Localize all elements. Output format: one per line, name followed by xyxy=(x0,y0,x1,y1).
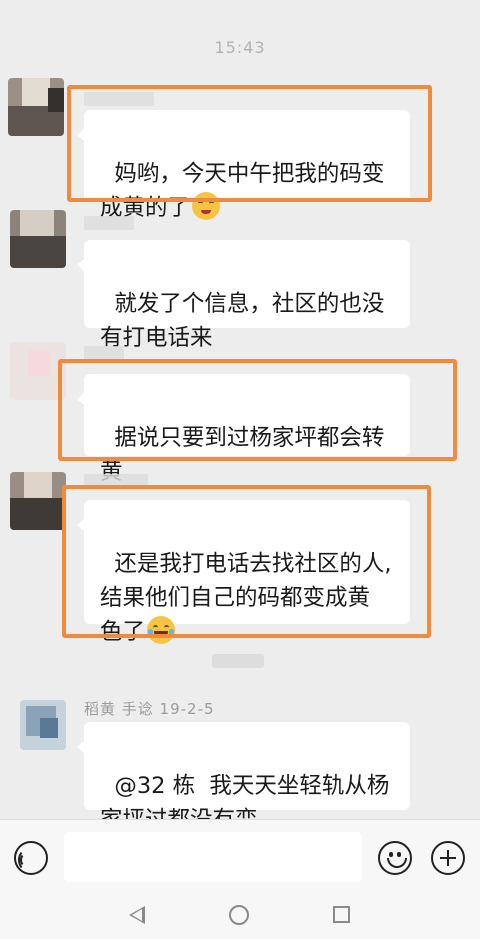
highlight-frame xyxy=(62,485,431,638)
back-icon[interactable] xyxy=(129,906,145,924)
message-bubble[interactable]: @32 栋 我天天坐轻轨从杨 家坪过都没有变 xyxy=(77,722,410,833)
recent-apps-icon[interactable] xyxy=(333,906,350,923)
message-time: 15:43 xyxy=(214,38,266,57)
sender-name xyxy=(84,216,134,230)
message-bubble[interactable]: 就发了个信息，社区的也没 有打电话来 xyxy=(77,240,410,351)
emoji-icon[interactable] xyxy=(378,841,412,875)
highlight-frame xyxy=(58,359,457,461)
avatar[interactable] xyxy=(8,78,64,136)
highlight-frame xyxy=(67,85,432,202)
date-separator xyxy=(212,654,264,668)
sender-name: 稻黄 手谂 19-2-5 xyxy=(84,700,215,718)
sender-name xyxy=(84,346,124,360)
message-text: 就发了个信息，社区的也没 有打电话来 xyxy=(100,291,385,351)
input-bar xyxy=(0,819,480,892)
avatar[interactable] xyxy=(10,472,66,530)
plus-icon[interactable] xyxy=(431,841,465,875)
avatar[interactable] xyxy=(20,700,66,750)
voice-icon[interactable] xyxy=(14,841,48,875)
system-nav-bar xyxy=(0,892,480,939)
avatar[interactable] xyxy=(10,210,66,268)
message-input[interactable] xyxy=(64,832,362,882)
home-icon[interactable] xyxy=(229,905,249,925)
